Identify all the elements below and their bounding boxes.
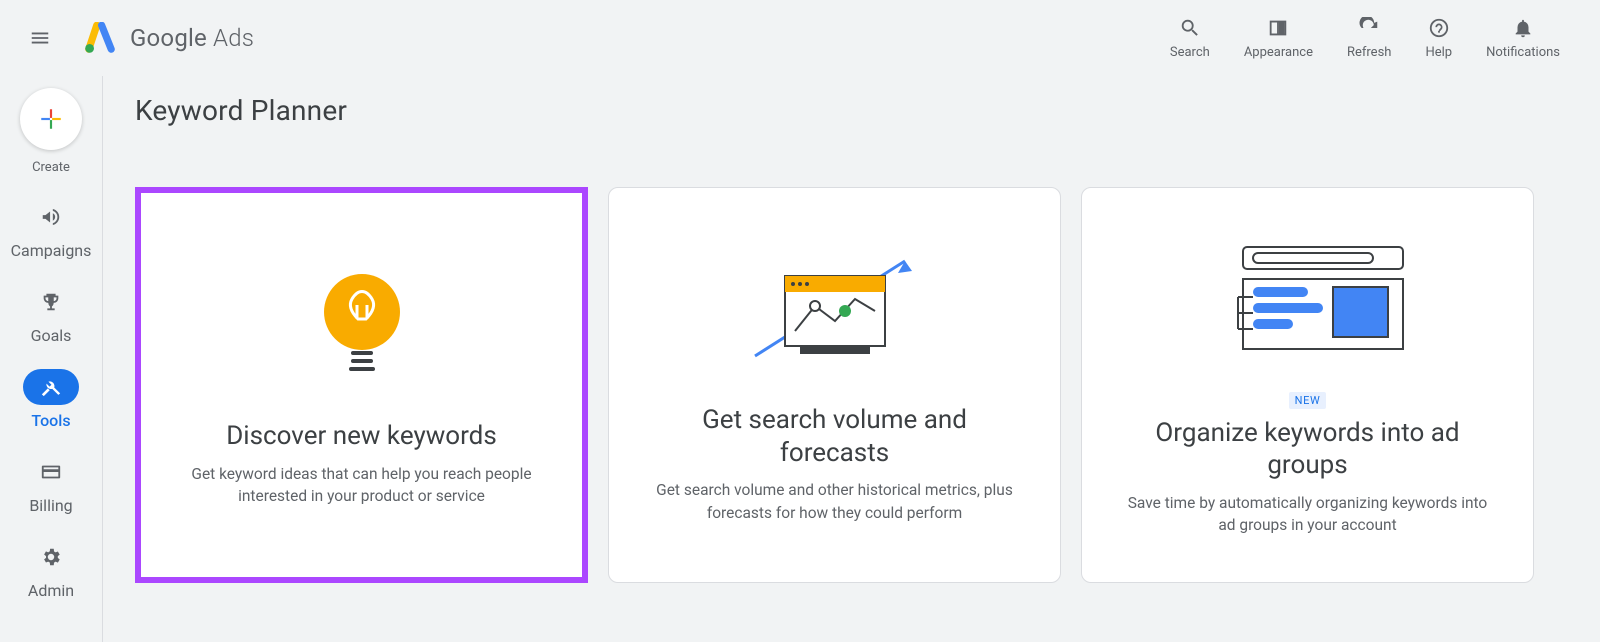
- product-name-suffix: Ads: [207, 24, 254, 52]
- organize-icon: [1208, 234, 1408, 364]
- product-logo: Google Ads: [84, 22, 254, 54]
- volume-desc: Get search volume and other historical m…: [649, 479, 1020, 524]
- refresh-button[interactable]: Refresh: [1347, 17, 1391, 60]
- left-nav: Create Campaigns Goals Tools Billing Adm…: [0, 76, 103, 642]
- appearance-label: Appearance: [1244, 45, 1313, 60]
- google-ads-icon: [84, 22, 116, 54]
- nav-item-admin[interactable]: Admin: [23, 539, 79, 600]
- notifications-label: Notifications: [1486, 45, 1560, 60]
- gear-icon: [40, 546, 62, 568]
- appearance-button[interactable]: Appearance: [1244, 17, 1313, 60]
- search-icon: [1179, 17, 1201, 39]
- discover-keywords-card[interactable]: Discover new keywords Get keyword ideas …: [135, 187, 588, 583]
- megaphone-icon: [40, 206, 62, 228]
- appearance-icon: [1267, 17, 1289, 39]
- chart-browser-icon: [750, 246, 920, 376]
- trophy-icon: [40, 291, 62, 313]
- create-label: Create: [32, 160, 70, 175]
- admin-label: Admin: [28, 581, 74, 600]
- organize-desc: Save time by automatically organizing ke…: [1122, 492, 1493, 537]
- campaigns-label: Campaigns: [11, 241, 92, 260]
- help-icon: [1428, 17, 1450, 39]
- cards-row: Discover new keywords Get keyword ideas …: [135, 187, 1600, 583]
- notifications-button[interactable]: Notifications: [1486, 17, 1560, 60]
- refresh-icon: [1358, 17, 1380, 39]
- top-header: Google Ads Search Appearance Refresh Hel…: [0, 0, 1600, 76]
- header-actions: Search Appearance Refresh Help Notificat…: [1170, 17, 1584, 60]
- tools-icon: [40, 376, 62, 398]
- bell-icon: [1512, 17, 1534, 39]
- volume-title: Get search volume and forecasts: [649, 404, 1020, 469]
- search-button[interactable]: Search: [1170, 17, 1210, 60]
- credit-card-icon: [40, 461, 62, 483]
- product-name: Google Ads: [130, 24, 254, 52]
- nav-item-billing[interactable]: Billing: [23, 454, 79, 515]
- product-name-prefix: Google: [130, 24, 207, 52]
- nav-item-goals[interactable]: Goals: [23, 284, 79, 345]
- main-menu-button[interactable]: [16, 14, 64, 62]
- nav-item-tools[interactable]: Tools: [23, 369, 79, 430]
- lightbulb-icon: [317, 262, 407, 392]
- organize-keywords-card[interactable]: NEW Organize keywords into ad groups Sav…: [1081, 187, 1534, 583]
- organize-title: Organize keywords into ad groups: [1122, 417, 1493, 482]
- plus-icon: [38, 106, 64, 132]
- help-label: Help: [1425, 45, 1452, 60]
- help-button[interactable]: Help: [1425, 17, 1452, 60]
- goals-label: Goals: [31, 326, 72, 345]
- search-volume-card[interactable]: Get search volume and forecasts Get sear…: [608, 187, 1061, 583]
- hamburger-icon: [29, 27, 51, 49]
- discover-title: Discover new keywords: [226, 420, 497, 453]
- billing-label: Billing: [29, 496, 72, 515]
- page-title: Keyword Planner: [135, 94, 1600, 127]
- tools-label: Tools: [31, 411, 70, 430]
- main-content: Keyword Planner Discover new keywords: [103, 76, 1600, 642]
- search-label: Search: [1170, 45, 1210, 60]
- new-badge: NEW: [1289, 392, 1327, 409]
- nav-item-campaigns[interactable]: Campaigns: [11, 199, 92, 260]
- create-button[interactable]: [20, 88, 82, 150]
- refresh-label: Refresh: [1347, 45, 1391, 60]
- discover-desc: Get keyword ideas that can help you reac…: [181, 463, 542, 508]
